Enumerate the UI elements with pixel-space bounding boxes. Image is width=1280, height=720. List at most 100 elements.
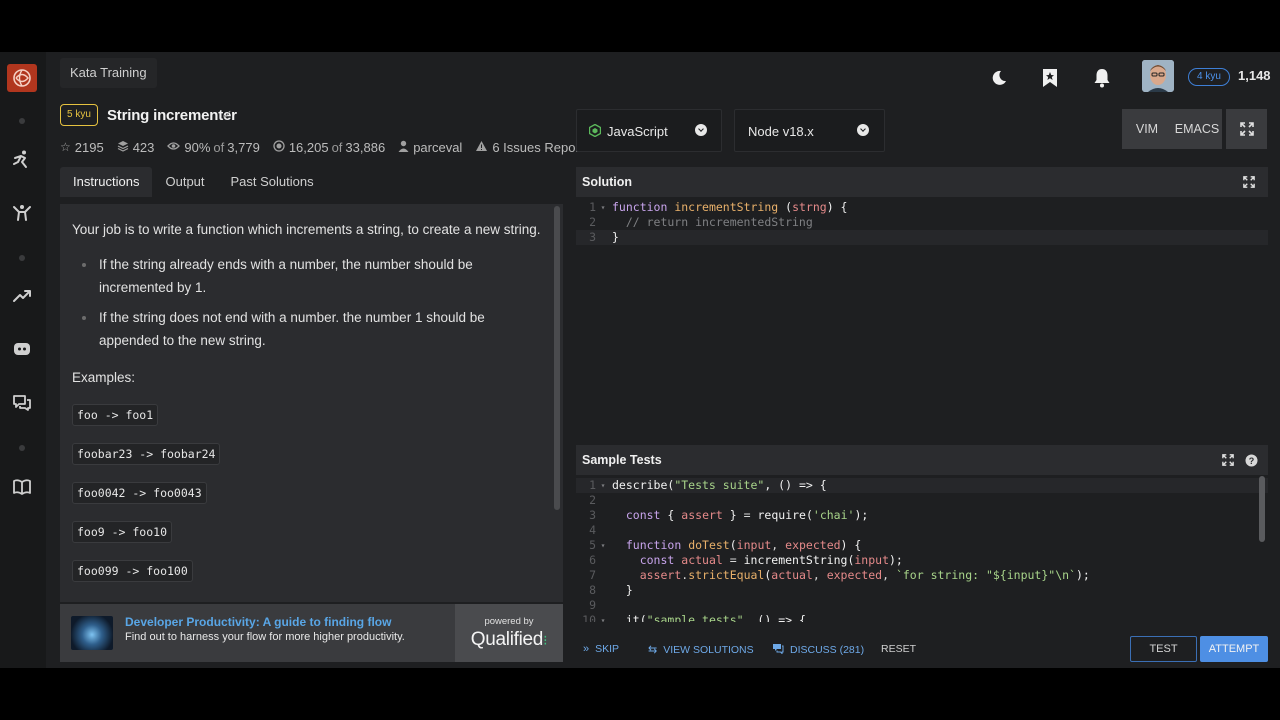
discuss-button[interactable]: DISCUSS (281) <box>772 643 864 657</box>
code-line: 5 ▾ function doTest(input, expected) { <box>589 538 862 552</box>
sidebar-separator-dot <box>19 255 25 261</box>
ad-title[interactable]: Developer Productivity: A guide to findi… <box>125 615 391 629</box>
codewars-logo-icon[interactable] <box>7 64 37 92</box>
fast-forward-icon: » <box>583 643 590 655</box>
training-icon[interactable] <box>11 148 33 170</box>
code-line: 8 } <box>589 583 633 597</box>
satisfaction-icon <box>167 140 181 155</box>
star-icon: ☆ <box>60 140 71 154</box>
node-hex-icon <box>589 124 601 137</box>
issues-icon <box>475 140 488 155</box>
solution-header: Solution <box>576 167 1268 197</box>
expand-icon[interactable] <box>1242 175 1256 189</box>
author-icon <box>398 140 409 155</box>
letterbox-bottom <box>0 668 1280 720</box>
code-line: 1 ▾ describe("Tests suite", () => { <box>576 478 1268 493</box>
docs-icon[interactable] <box>11 476 33 498</box>
app-window: Kata Training 4 kyu 1,148 5 kyu String i… <box>0 52 1280 668</box>
breadcrumb[interactable]: Kata Training <box>60 58 157 88</box>
reset-button[interactable]: RESET <box>881 643 916 655</box>
code-line: 2 <box>589 493 596 507</box>
completed-icon <box>273 139 285 155</box>
bookmark-icon[interactable] <box>1039 67 1061 89</box>
language-select[interactable]: JavaScript <box>576 109 722 152</box>
solution-title: Solution <box>582 175 632 189</box>
fold-icon[interactable]: ▾ <box>598 200 608 215</box>
list-item: If the string does not end with a number… <box>72 306 542 352</box>
code-line: 3 } <box>576 230 1268 245</box>
example-code: foobar23 -> foobar24 <box>72 443 221 465</box>
chevron-down-icon <box>695 124 707 136</box>
fullscreen-button[interactable] <box>1226 109 1267 149</box>
solution-editor[interactable]: 1 ▾ function incrementString (strng) { 2 … <box>576 197 1268 442</box>
kata-title: String incrementer <box>107 107 237 124</box>
tab-output[interactable]: Output <box>152 167 217 197</box>
example-code: foo9 -> foo10 <box>72 521 173 543</box>
satisfaction-stat: 90% of 3,779 <box>167 140 260 155</box>
expand-icon[interactable] <box>1221 453 1235 467</box>
stars-stat[interactable]: ☆ 2195 <box>60 140 104 155</box>
view-solutions-button[interactable]: ⇆ VIEW SOLUTIONS <box>648 643 754 657</box>
sample-tests-editor[interactable]: 1 ▾ describe("Tests suite", () => { 2 3 c… <box>576 476 1268 622</box>
chevron-down-icon <box>857 124 869 136</box>
action-bar: » SKIP ⇆ VIEW SOLUTIONS DISCUSS (281) RESE… <box>576 630 1268 668</box>
sidebar-separator-dot <box>19 445 25 451</box>
vim-mode-button[interactable]: VIM <box>1122 109 1172 149</box>
tab-instructions[interactable]: Instructions <box>60 167 153 197</box>
emacs-mode-button[interactable]: EMACS <box>1172 109 1222 149</box>
kyu-badge: 5 kyu <box>60 104 98 126</box>
language-value: JavaScript <box>607 124 668 139</box>
sample-tests-header: Sample Tests ? <box>576 445 1268 475</box>
code-line: 9 <box>589 598 596 612</box>
attempt-button[interactable]: ATTEMPT <box>1200 636 1268 662</box>
code-line: 4 <box>589 523 596 537</box>
ad-thumbnail <box>71 616 113 650</box>
discord-icon[interactable] <box>11 338 33 360</box>
code-line: 2 // return incrementedString <box>589 215 813 229</box>
letterbox-top <box>0 0 1280 52</box>
code-line: 1 ▾ function incrementString (strng) { <box>589 200 848 215</box>
check-icon: ✓ <box>222 107 233 122</box>
avatar[interactable] <box>1142 60 1174 92</box>
code-line: 6 const actual = incrementString(input); <box>589 553 903 567</box>
sample-tests-title: Sample Tests <box>582 453 662 467</box>
editor-mode-toggle: VIM EMACS <box>1122 109 1222 149</box>
code-line: 10 ▾ it("sample tests", () => { <box>582 613 806 622</box>
author-stat[interactable]: parceval <box>398 140 462 155</box>
ad-text: Find out to harness your flow for more h… <box>125 631 405 643</box>
tab-past-solutions[interactable]: Past Solutions <box>218 167 327 197</box>
sidebar <box>0 52 46 668</box>
discuss-icon[interactable] <box>11 392 33 414</box>
leaderboard-icon[interactable] <box>11 285 33 307</box>
runtime-select[interactable]: Node v18.x <box>734 109 885 152</box>
help-icon[interactable]: ? <box>1244 453 1258 467</box>
example-code: foo0042 -> foo0043 <box>72 482 207 504</box>
example-code: foo099 -> foo100 <box>72 560 193 582</box>
sample-tests-scrollbar[interactable] <box>1259 476 1265 542</box>
instructions-list: If the string already ends with a number… <box>72 253 542 352</box>
kata-stats: ☆ 2195 423 90% of 3,779 16,205 of 33,886 <box>60 139 611 155</box>
code-line: 3 const { assert } = require('chai'); <box>589 508 869 522</box>
test-button[interactable]: TEST <box>1130 636 1197 662</box>
solutions-icon: ⇆ <box>648 644 658 656</box>
ad-sponsor-block: powered by Qualified⁝ <box>455 604 563 662</box>
kata-icon[interactable] <box>11 202 33 224</box>
completed-stat: 16,205 of 33,886 <box>273 140 385 155</box>
description-tabs: Instructions Output Past Solutions <box>60 167 327 197</box>
collections-stat[interactable]: 423 <box>117 140 154 155</box>
instructions-scrollbar[interactable] <box>554 206 560 510</box>
instructions-panel: Your job is to write a function which in… <box>60 204 563 602</box>
examples-heading: Examples: <box>72 370 136 385</box>
list-item: If the string already ends with a number… <box>72 253 542 299</box>
example-code: foo -> foo1 <box>72 404 159 426</box>
moon-icon[interactable] <box>988 67 1010 89</box>
instructions-intro: Your job is to write a function which in… <box>72 222 541 237</box>
bell-icon[interactable] <box>1091 67 1113 89</box>
runtime-value: Node v18.x <box>748 124 814 139</box>
sponsor-ad[interactable]: Developer Productivity: A guide to findi… <box>60 604 563 662</box>
collection-icon <box>117 140 129 155</box>
skip-button[interactable]: » SKIP <box>583 643 619 655</box>
sidebar-separator-dot <box>19 118 25 124</box>
svg-text:?: ? <box>1248 456 1254 466</box>
rank-badge[interactable]: 4 kyu <box>1188 68 1230 86</box>
